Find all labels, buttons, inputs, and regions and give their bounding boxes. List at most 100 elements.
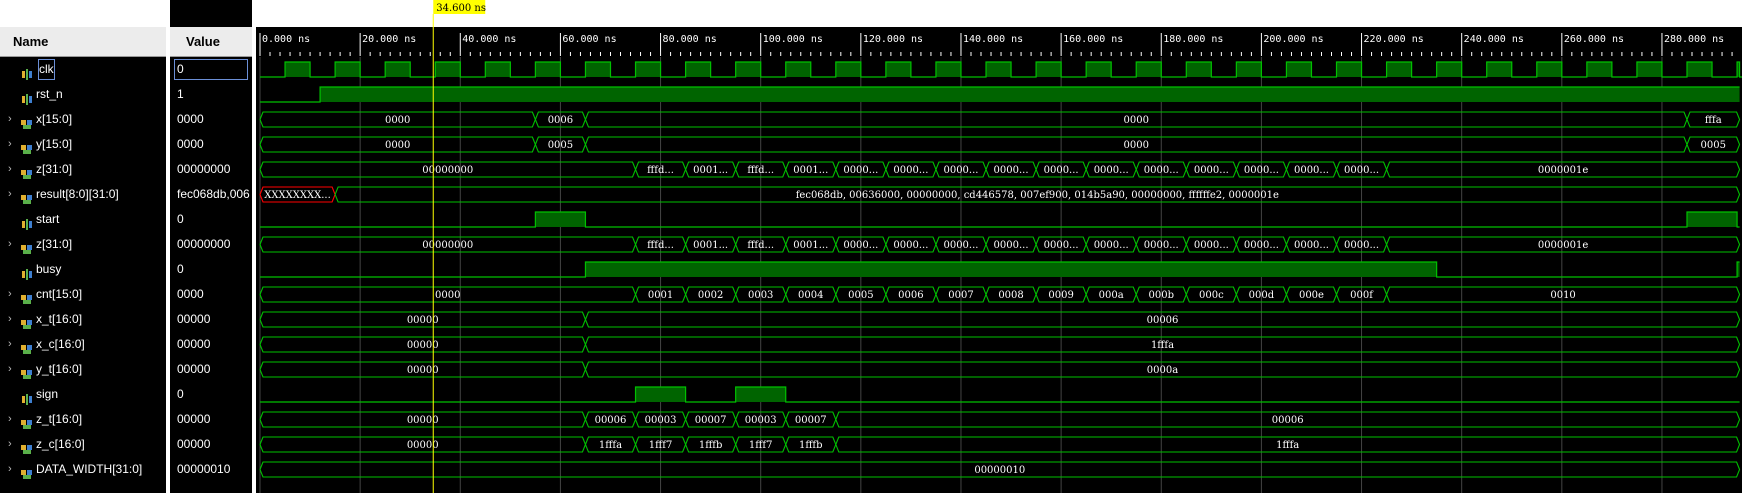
signal-value-z-t-16-0[interactable]: 00000: [172, 407, 250, 432]
bus-value-label: 0005: [848, 290, 873, 301]
expand-chevron-icon[interactable]: ›: [8, 157, 12, 182]
expand-chevron-icon[interactable]: ›: [8, 107, 12, 132]
signal-row-busy[interactable]: busy: [0, 257, 166, 282]
signal-value-rst-n[interactable]: 1: [172, 82, 250, 107]
signal-name-label: y_t[16:0]: [36, 362, 83, 376]
bit-icon: [21, 264, 33, 280]
signal-value-x-15-0[interactable]: 0000: [172, 107, 250, 132]
clock-high-fill: [585, 62, 611, 77]
clock-high-fill: [1686, 62, 1713, 77]
signal-row-data-width-31-0[interactable]: › DATA_WIDTH[31:0]: [0, 457, 166, 482]
bus-value-label: 0001...: [793, 165, 828, 176]
clock-high-fill: [935, 62, 961, 77]
signal-row-y-t-16-0[interactable]: › y_t[16:0]: [0, 357, 166, 382]
signal-row-z-c-16-0[interactable]: › z_c[16:0]: [0, 432, 166, 457]
value-column-header[interactable]: Value: [170, 27, 252, 57]
signal-value-data-width-31-0[interactable]: 00000010: [172, 457, 250, 482]
signal-name-label: z[31:0]: [36, 237, 73, 251]
signal-row-start[interactable]: start: [0, 207, 166, 232]
bus-value-label: 0000...: [1094, 165, 1129, 176]
clock-high-fill: [1386, 62, 1412, 77]
signal-row-sign[interactable]: sign: [0, 382, 166, 407]
waveform-area[interactable]: 0.000 ns 20.000 ns 40.000 ns 60.000 ns 80.00…: [256, 0, 1742, 493]
expand-chevron-icon[interactable]: ›: [8, 282, 12, 307]
expand-chevron-icon[interactable]: ›: [8, 432, 12, 457]
signal-value-result-8-0-31-0[interactable]: fec068db,006: [172, 182, 250, 207]
bus-value-label: 0000...: [1044, 165, 1079, 176]
signal-row-x-15-0[interactable]: › x[15:0]: [0, 107, 166, 132]
signal-row-x-c-16-0[interactable]: › x_c[16:0]: [0, 332, 166, 357]
expand-chevron-icon[interactable]: ›: [8, 457, 12, 482]
signal-value-y-t-16-0[interactable]: 00000: [172, 357, 250, 382]
expand-chevron-icon[interactable]: ›: [8, 132, 12, 157]
bus-value-label: 0000...: [1294, 165, 1329, 176]
signal-value-clk[interactable]: 0: [172, 57, 250, 82]
bus-value-label: 0000...: [943, 165, 978, 176]
bus-value-label: 00006: [595, 415, 627, 426]
clock-high-fill: [1286, 62, 1312, 77]
high-level-fill: [635, 387, 686, 402]
bus-value-label: 0000...: [1344, 240, 1379, 251]
bus-value-label: 0000: [1123, 140, 1148, 151]
high-level-fill: [320, 87, 1740, 102]
clock-high-fill: [485, 62, 511, 77]
bus-icon: [21, 114, 33, 129]
ruler-tick-label: 20.000 ns: [362, 34, 416, 45]
waveform-rst-n[interactable]: [260, 86, 1740, 103]
expand-chevron-icon[interactable]: ›: [8, 307, 12, 332]
expand-chevron-icon[interactable]: ›: [8, 232, 12, 257]
expand-chevron-icon[interactable]: ›: [8, 357, 12, 382]
expand-chevron-icon[interactable]: ›: [8, 407, 12, 432]
bus-value-label: 0008: [998, 290, 1023, 301]
signal-value-x-t-16-0[interactable]: 00000: [172, 307, 250, 332]
signal-value-sign[interactable]: 0: [172, 382, 250, 407]
high-level-fill: [735, 387, 786, 402]
signal-value-start[interactable]: 0: [172, 207, 250, 232]
bus-value-label: 0001...: [793, 240, 828, 251]
signal-value-busy[interactable]: 0: [172, 257, 250, 282]
bus-value-label: 0009: [1048, 290, 1073, 301]
signal-row-z-t-16-0[interactable]: › z_t[16:0]: [0, 407, 166, 432]
clock-high-fill: [885, 62, 911, 77]
param-icon: [21, 464, 33, 479]
bus-value-label: 000f: [1350, 290, 1374, 301]
bus-value-label: fec068db, 00636000, 00000000, cd446578, …: [796, 190, 1279, 201]
signal-row-clk[interactable]: clk: [0, 57, 166, 82]
expand-chevron-icon[interactable]: ›: [8, 332, 12, 357]
name-value-divider[interactable]: [166, 0, 170, 493]
bus-icon: [21, 314, 33, 329]
signal-row-x-t-16-0[interactable]: › x_t[16:0]: [0, 307, 166, 332]
bus-value-label: fffd...: [647, 165, 674, 176]
bus-value-label: 0000...: [1294, 240, 1329, 251]
signal-value-cnt-15-0[interactable]: 0000: [172, 282, 250, 307]
bus-value-label: 0000...: [943, 240, 978, 251]
clock-high-fill: [986, 62, 1012, 77]
bus-value-label: 0000...: [1094, 240, 1129, 251]
signal-row-y-15-0[interactable]: › y[15:0]: [0, 132, 166, 157]
bus-icon: [21, 164, 33, 179]
bus-value-label: 000e: [1299, 290, 1324, 301]
signal-name-label: result[8:0][31:0]: [36, 187, 119, 201]
signal-row-z-31-0[interactable]: › z[31:0]: [0, 157, 166, 182]
signal-row-cnt-15-0[interactable]: › cnt[15:0]: [0, 282, 166, 307]
signal-name-label: x_t[16:0]: [36, 312, 83, 326]
bit-icon: [21, 64, 33, 80]
signal-value-z-c-16-0[interactable]: 00000: [172, 432, 250, 457]
bus-value-label: 00000000: [422, 240, 473, 251]
clock-high-fill: [1586, 62, 1612, 77]
bus-value-label: 00003: [745, 415, 777, 426]
signal-value-z-31-0[interactable]: 00000000: [172, 157, 250, 182]
bus-value-label: 00007: [795, 415, 827, 426]
bus-value-label: 000a: [1099, 290, 1124, 301]
signal-row-z-31-0[interactable]: › z[31:0]: [0, 232, 166, 257]
signal-value-x-c-16-0[interactable]: 00000: [172, 332, 250, 357]
name-column-header[interactable]: Name: [0, 27, 166, 57]
signal-value-y-15-0[interactable]: 0000: [172, 132, 250, 157]
clock-high-fill: [1336, 62, 1362, 77]
signal-value-z-31-0[interactable]: 00000000: [172, 232, 250, 257]
bus-value-label: 0010: [1550, 290, 1575, 301]
bus-value-label: 0007: [948, 290, 973, 301]
expand-chevron-icon[interactable]: ›: [8, 182, 12, 207]
signal-row-rst-n[interactable]: rst_n: [0, 82, 166, 107]
signal-row-result-8-0-31-0[interactable]: › result[8:0][31:0]: [0, 182, 166, 207]
